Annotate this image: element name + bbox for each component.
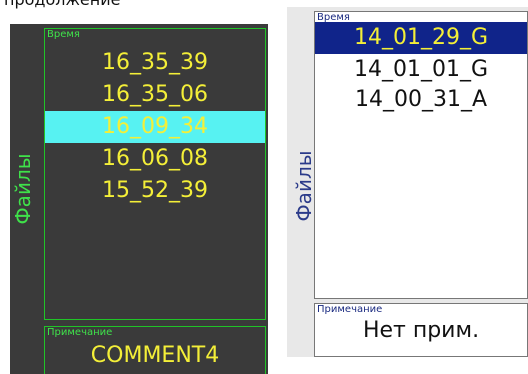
files-panel-light: Файлы Время 14_01_29_G 14_01_01_G 14_00_… (287, 7, 528, 357)
note-label: Примечание (317, 304, 383, 315)
note-value: Нет прим. (362, 318, 480, 343)
note-label: Примечание (47, 327, 113, 338)
list-item[interactable]: 14_01_01_G (315, 54, 527, 86)
time-list[interactable]: Время 14_01_29_G 14_01_01_G 14_00_31_A (314, 11, 528, 299)
list-item[interactable]: 16_35_39 (45, 47, 265, 79)
list-item-selected[interactable]: 16_09_34 (45, 111, 265, 143)
top-cut-text: продолжение (4, 0, 120, 9)
list-item[interactable]: 16_06_08 (45, 143, 265, 175)
files-panel-dark: Файлы Время 16_35_39 16_35_06 16_09_34 1… (10, 24, 268, 374)
list-item[interactable]: 15_52_39 (45, 175, 265, 207)
note-box: Примечание COMMENT4 (44, 326, 266, 374)
list-item[interactable]: 16_35_06 (45, 79, 265, 111)
list-item[interactable]: 14_00_31_A (315, 84, 527, 116)
list-item-selected[interactable]: 14_01_29_G (315, 22, 527, 54)
time-list[interactable]: Время 16_35_39 16_35_06 16_09_34 16_06_0… (44, 28, 266, 320)
files-side-tab[interactable]: Файлы (10, 24, 43, 374)
files-side-label: Файлы (11, 153, 35, 225)
time-list-label: Время (47, 29, 80, 40)
note-box: Примечание Нет прим. (314, 303, 528, 357)
note-value: COMMENT4 (90, 343, 220, 368)
